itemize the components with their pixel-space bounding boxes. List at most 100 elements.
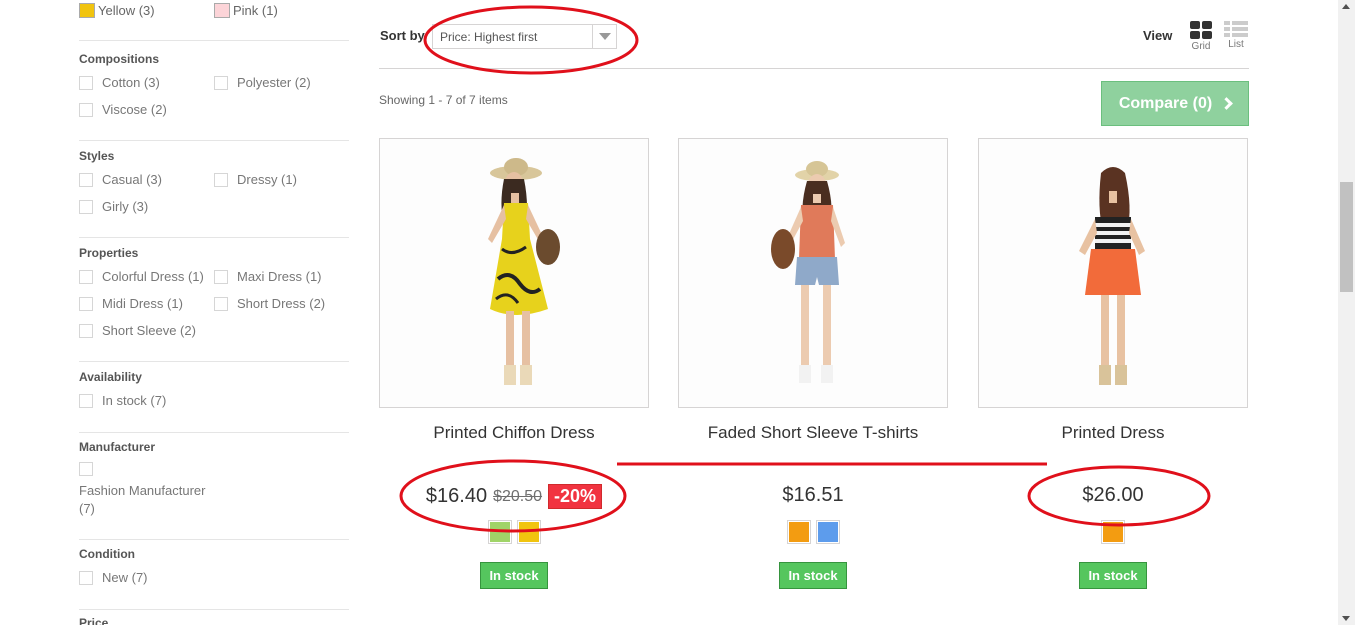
chevron-right-icon (1220, 97, 1234, 110)
option-label: Casual (3) (102, 172, 162, 187)
checkbox[interactable] (79, 296, 93, 311)
checkbox[interactable] (214, 75, 228, 90)
item-count: Showing 1 - 7 of 7 items (379, 93, 508, 107)
product-price: $26.00 (1082, 484, 1144, 506)
list-view-button[interactable]: List (1222, 21, 1250, 50)
color-options (379, 520, 649, 544)
price-row: $16.51 (678, 484, 948, 507)
option-label: New (7) (102, 570, 148, 585)
option-label: Short Dress (2) (237, 296, 326, 311)
divider (79, 237, 349, 238)
color-filter-pink[interactable]: Pink (1) (214, 3, 278, 18)
styles-title: Styles (79, 149, 115, 163)
checkbox[interactable] (79, 172, 93, 187)
checkbox[interactable] (79, 102, 93, 117)
option-label: Cotton (3) (102, 75, 160, 90)
manufacturer-title: Manufacturer (79, 440, 156, 454)
checkbox[interactable] (79, 75, 93, 90)
color-swatch-blue[interactable] (815, 520, 840, 544)
woman-striped-top-image (979, 139, 1247, 407)
sort-select[interactable]: Price: Highest first (432, 24, 617, 49)
color-swatch-green[interactable] (487, 520, 512, 544)
filter-option-maxi-dress[interactable]: Maxi Dress (1) (214, 269, 322, 284)
scroll-down-icon[interactable] (1342, 616, 1350, 621)
filter-option-new[interactable]: New (7) (79, 570, 148, 585)
grid-icon (1190, 21, 1212, 39)
color-swatch-orange[interactable] (1101, 520, 1125, 544)
filter-option-manufacturer-checkbox[interactable] (79, 462, 102, 476)
checkbox[interactable] (214, 269, 228, 284)
old-price: $20.50 (493, 487, 543, 505)
availability-title: Availability (79, 370, 142, 384)
checkbox[interactable] (79, 393, 93, 408)
price-title: Price (79, 616, 109, 625)
availability: In stock (978, 562, 1248, 589)
pink-swatch[interactable] (214, 3, 230, 18)
product-image[interactable] (379, 138, 649, 408)
toolbar-divider (379, 68, 1249, 69)
color-swatch-yellow[interactable] (516, 520, 541, 544)
product-name[interactable]: Printed Chiffon Dress (379, 423, 649, 443)
filter-option-colorful-dress[interactable]: Colorful Dress (1) (79, 269, 204, 284)
filter-option-cotton[interactable]: Cotton (3) (79, 75, 160, 90)
checkbox[interactable] (79, 199, 93, 214)
option-label: Dressy (1) (237, 172, 297, 187)
checkbox[interactable] (214, 296, 228, 311)
option-label: Maxi Dress (1) (237, 269, 322, 284)
divider (79, 140, 349, 141)
chevron-down-icon[interactable] (592, 25, 616, 48)
filter-option-short-sleeve[interactable]: Short Sleeve (2) (79, 323, 196, 338)
sort-value: Price: Highest first (440, 29, 538, 44)
product-image[interactable] (978, 138, 1248, 408)
color-swatch-orange[interactable] (786, 520, 811, 544)
yellow-swatch[interactable] (79, 3, 95, 18)
divider (79, 432, 349, 433)
filter-option-polyester[interactable]: Polyester (2) (214, 75, 311, 90)
option-label: Polyester (2) (237, 75, 311, 90)
product-name[interactable]: Printed Dress (978, 423, 1248, 443)
vertical-scrollbar[interactable] (1338, 0, 1355, 625)
availability: In stock (379, 562, 649, 589)
filter-option-viscose[interactable]: Viscose (2) (79, 102, 167, 117)
compare-button[interactable]: Compare (0) (1101, 81, 1249, 126)
woman-yellow-dress-image (380, 139, 648, 407)
manufacturer-name: Fashion Manufacturer (79, 483, 206, 498)
option-label: Viscose (2) (102, 102, 167, 117)
option-label: Girly (3) (102, 199, 149, 214)
manufacturer-count: (7) (79, 501, 95, 516)
option-label: In stock (7) (102, 393, 167, 408)
checkbox[interactable] (214, 172, 228, 187)
list-icon (1224, 21, 1248, 37)
color-filter-label: Pink (1) (233, 3, 278, 18)
grid-label: Grid (1191, 41, 1211, 52)
price-row: $26.00 (978, 484, 1248, 507)
grid-view-button[interactable]: Grid (1187, 21, 1215, 52)
option-label: Short Sleeve (2) (102, 323, 196, 338)
color-filters: Yellow (3) Pink (1) (79, 3, 349, 21)
divider (79, 609, 349, 610)
checkbox[interactable] (79, 323, 93, 338)
stock-badge: In stock (779, 562, 847, 589)
scroll-up-icon[interactable] (1342, 4, 1350, 9)
option-label: Colorful Dress (1) (102, 269, 204, 284)
stock-badge: In stock (1079, 562, 1147, 589)
product-price: $16.51 (782, 484, 844, 506)
filter-option-short-dress[interactable]: Short Dress (2) (214, 296, 325, 311)
filter-option-dressy[interactable]: Dressy (1) (214, 172, 297, 187)
checkbox[interactable] (79, 269, 93, 284)
option-label: Midi Dress (1) (102, 296, 183, 311)
discount-badge: -20% (548, 484, 603, 509)
filter-option-girly[interactable]: Girly (3) (79, 199, 148, 214)
color-filter-yellow[interactable]: Yellow (3) (79, 3, 155, 18)
stock-badge: In stock (480, 562, 548, 589)
color-options (978, 520, 1248, 544)
checkbox[interactable] (79, 570, 93, 585)
filter-option-midi-dress[interactable]: Midi Dress (1) (79, 296, 183, 311)
filter-option-in-stock[interactable]: In stock (7) (79, 393, 166, 408)
scroll-thumb[interactable] (1340, 182, 1353, 292)
filter-option-casual[interactable]: Casual (3) (79, 172, 162, 187)
checkbox[interactable] (79, 462, 93, 476)
color-options (678, 520, 948, 544)
product-name[interactable]: Faded Short Sleeve T-shirts (678, 423, 948, 443)
product-image[interactable] (678, 138, 948, 408)
